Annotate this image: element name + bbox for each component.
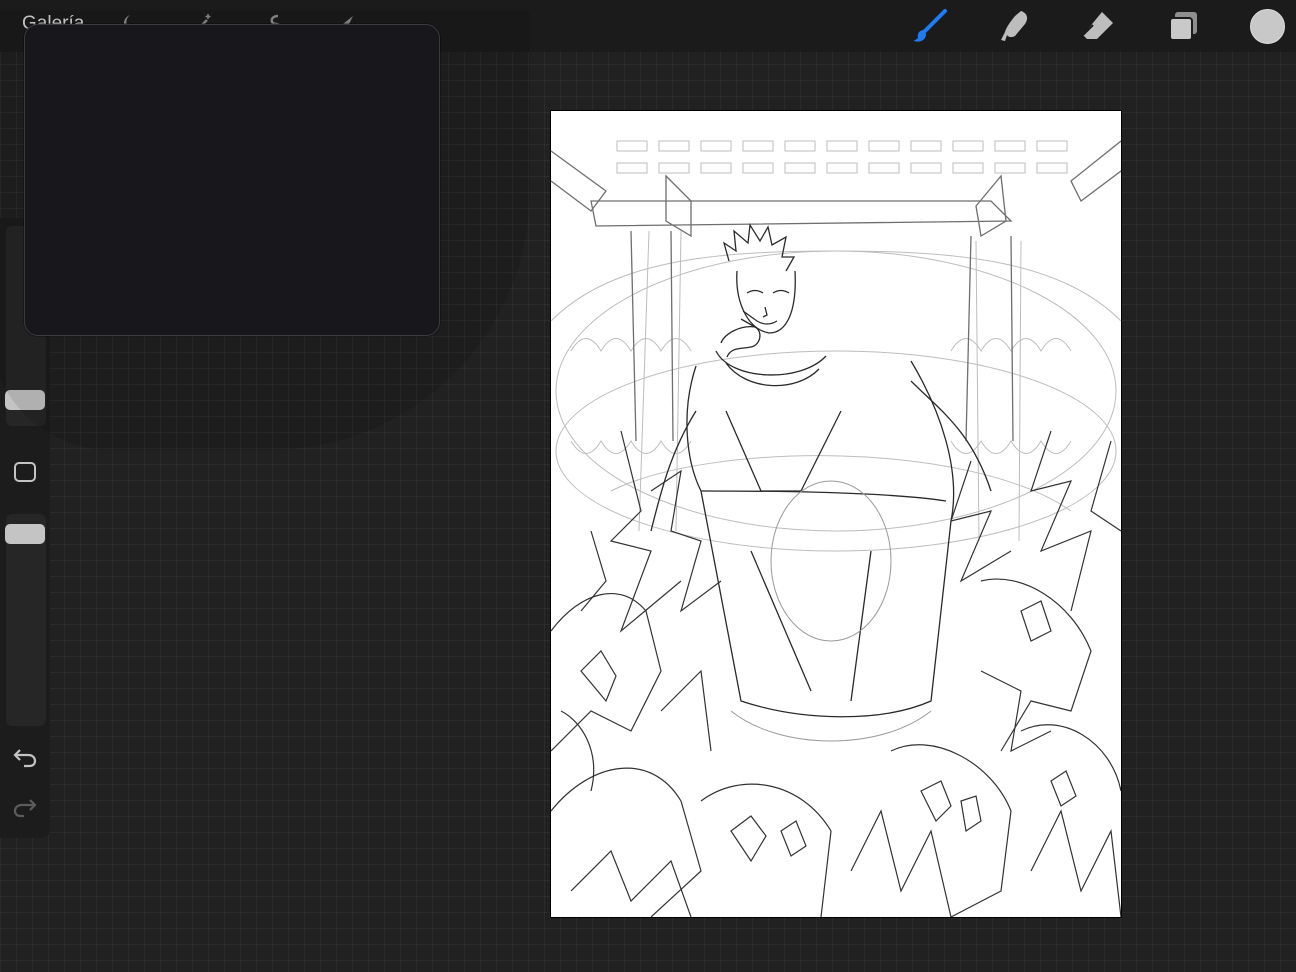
opacity-track[interactable] [6,514,46,726]
smudge-icon[interactable] [997,8,1033,44]
eraser-icon[interactable] [1080,8,1116,44]
modify-button[interactable] [14,462,36,482]
window-tiles [616,140,1068,174]
opacity-slider[interactable] [5,524,45,544]
redo-icon[interactable] [12,796,38,818]
foreground-claws [550,430,1122,918]
figure-lines [650,223,992,718]
sketch-artwork [550,140,1122,918]
brush-icon[interactable] [912,8,948,44]
drawing-canvas[interactable] [550,111,1122,918]
popover-panel [24,24,440,336]
layers-icon[interactable] [1165,8,1201,44]
color-swatch[interactable] [1250,9,1285,44]
undo-icon[interactable] [12,746,38,768]
